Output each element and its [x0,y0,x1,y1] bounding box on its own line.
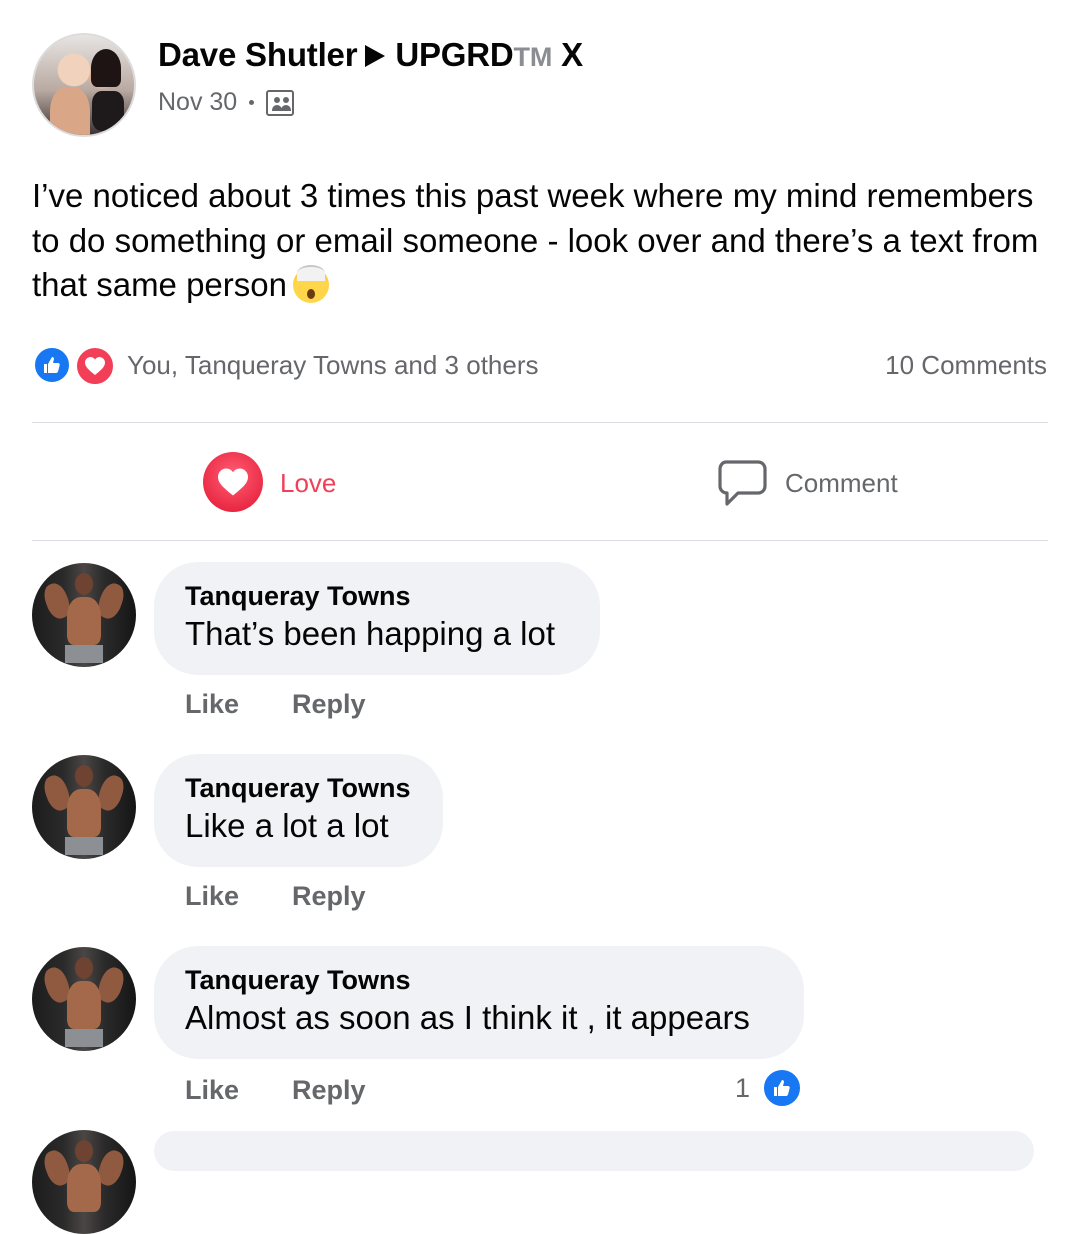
comment-author[interactable]: Tanqueray Towns [185,964,772,997]
comment-like-button[interactable]: Like [185,689,239,720]
reaction-summary[interactable]: You, Tanqueray Towns and 3 others [127,350,539,381]
divider [32,422,1048,423]
commenter-avatar[interactable] [32,755,136,859]
love-reaction-icon[interactable] [74,345,116,387]
group-tm: TM [513,42,553,72]
exploding-head-emoji-icon [292,265,329,303]
comment-reply-button[interactable]: Reply [292,1075,366,1106]
separator-dot [249,100,255,105]
comment-text: Like a lot a lot [185,807,389,844]
author-avatar[interactable] [32,33,136,137]
divider [32,540,1048,541]
post-meta: Nov 30 [158,88,295,117]
avatar-figure [50,87,90,135]
comment-button[interactable]: Comment [785,468,898,499]
comments-count[interactable]: 10 Comments [885,350,1047,381]
avatar-figure-2 [92,91,124,131]
post-date[interactable]: Nov 30 [158,88,237,116]
author-name[interactable]: Dave Shutler [158,36,358,73]
post-text: I’ve noticed about 3 times this past wee… [32,177,1039,303]
comment-reply-button[interactable]: Reply [292,689,366,720]
comment-bubble [154,1131,1034,1171]
comment-bubble: Tanqueray Towns That’s been happing a lo… [154,562,600,675]
comment-text: That’s been happing a lot [185,615,556,652]
group-privacy-icon [266,90,295,116]
post-author-line: Dave Shutler UPGRDTM X [158,36,583,74]
comment-reply-button[interactable]: Reply [292,881,366,912]
arrow-right-icon [365,45,386,67]
love-button-icon[interactable] [203,452,263,512]
comment-bubble: Tanqueray Towns Like a lot a lot [154,754,443,867]
group-suffix[interactable]: X [561,36,583,73]
commenter-avatar[interactable] [32,947,136,1051]
like-reaction-icon[interactable] [761,1067,803,1109]
like-reaction-icon[interactable] [32,345,72,385]
commenter-avatar[interactable] [32,1130,136,1234]
love-button[interactable]: Love [280,468,336,499]
group-name[interactable]: UPGRD [395,36,513,73]
comment-like-count[interactable]: 1 [735,1073,750,1104]
comment-bubble-icon[interactable] [716,458,768,515]
comment-author[interactable]: Tanqueray Towns [185,772,411,805]
comment-like-button[interactable]: Like [185,881,239,912]
comment-text: Almost as soon as I think it , it appear… [185,999,750,1036]
comment-like-button[interactable]: Like [185,1075,239,1106]
comment-author[interactable]: Tanqueray Towns [185,580,568,613]
post-body: I’ve noticed about 3 times this past wee… [32,174,1042,308]
avatar-hair [91,49,121,87]
comment-bubble: Tanqueray Towns Almost as soon as I thin… [154,946,804,1059]
commenter-avatar[interactable] [32,563,136,667]
